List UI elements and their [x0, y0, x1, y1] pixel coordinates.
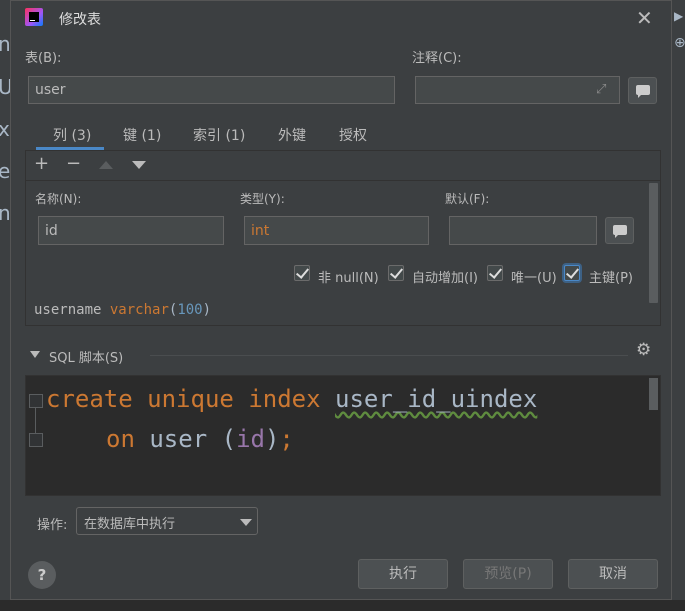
execute-button[interactable]: 执行 — [358, 559, 448, 589]
column-name-input[interactable] — [38, 216, 224, 245]
background-text: x — [0, 117, 10, 141]
column-type-input[interactable] — [244, 216, 429, 245]
default-edit-button[interactable] — [605, 217, 634, 244]
sql-keyword: create — [46, 385, 133, 413]
operation-select[interactable]: 在数据库中执行 — [76, 507, 258, 535]
sql-paren: ( — [221, 425, 237, 453]
sql-semicolon: ; — [279, 425, 294, 453]
column-default-input[interactable] — [449, 216, 597, 245]
operation-label: 操作: — [37, 518, 68, 533]
background-arrow-icon: ▶ — [674, 9, 684, 23]
sql-keyword: unique — [147, 385, 234, 413]
sql-keyword: index — [248, 385, 321, 413]
primary-key-label: 主键(P) — [589, 271, 633, 286]
gear-icon[interactable]: ⚙ — [636, 340, 651, 360]
background-window-right: ▶ ⊕ — [672, 0, 685, 611]
column-name-label: 名称(N): — [35, 192, 82, 206]
unique-label: 唯一(U) — [511, 271, 557, 286]
auto-increment-label: 自动增加(I) — [412, 271, 478, 286]
column-type-label: 类型(Y): — [240, 192, 285, 206]
column-default-label: 默认(F): — [445, 192, 490, 206]
background-text: e — [0, 159, 11, 183]
sql-line-1: create unique index user_id_uindex — [46, 385, 537, 413]
comment-label: 注释(C): — [412, 51, 462, 66]
columns-scrollbar[interactable] — [649, 183, 658, 303]
comment-edit-button[interactable] — [628, 77, 657, 104]
column-row-size: 100 — [177, 302, 203, 318]
close-icon[interactable]: ✕ — [636, 6, 653, 30]
operation-value: 在数据库中执行 — [84, 517, 176, 532]
move-down-icon[interactable] — [132, 161, 146, 169]
add-column-icon[interactable]: + — [34, 153, 49, 174]
table-name-label: 表(B): — [25, 51, 62, 66]
comment-icon — [613, 225, 627, 238]
sql-section-label[interactable]: SQL 脚本(S) — [49, 347, 123, 366]
sql-section-divider — [150, 355, 628, 356]
tab-indexes[interactable]: 索引 (1) — [193, 125, 245, 145]
collapse-icon[interactable] — [30, 351, 40, 358]
column-row-type: varchar — [109, 302, 169, 318]
tab-columns[interactable]: 列 (3) — [53, 125, 91, 145]
sql-table-name: user — [149, 425, 208, 453]
expand-icon[interactable]: ⤢ — [596, 82, 606, 97]
dialog-title: 修改表 — [59, 12, 101, 28]
table-name-input[interactable] — [28, 76, 395, 104]
sql-paren: ) — [264, 425, 280, 453]
sql-index-name: user_id_uindex — [335, 385, 538, 413]
editor-scrollbar[interactable] — [649, 378, 658, 410]
fold-marker-icon[interactable] — [29, 394, 43, 408]
preview-button[interactable]: 预览(P) — [463, 559, 553, 589]
tab-keys[interactable]: 键 (1) — [123, 125, 161, 145]
primary-key-checkbox[interactable] — [564, 265, 580, 281]
toolbar-divider — [26, 180, 660, 181]
unique-checkbox[interactable] — [487, 265, 503, 281]
sql-field: id — [236, 425, 265, 453]
tab-foreign-keys[interactable]: 外键 — [278, 125, 306, 145]
auto-increment-checkbox[interactable] — [388, 265, 404, 281]
sql-keyword: on — [106, 425, 135, 453]
help-button[interactable]: ? — [28, 561, 56, 589]
background-strip — [0, 600, 685, 611]
app-icon — [25, 8, 43, 26]
column-row-paren: ) — [202, 302, 212, 318]
not-null-label: 非 null(N) — [318, 271, 379, 286]
not-null-checkbox[interactable] — [294, 265, 310, 281]
remove-column-icon[interactable]: − — [66, 153, 81, 174]
chevron-down-icon — [240, 519, 252, 526]
column-row-username[interactable]: username varchar(100) — [34, 302, 211, 318]
comment-input[interactable] — [415, 76, 620, 104]
sql-editor[interactable]: create unique index user_id_uindex on us… — [25, 375, 661, 496]
cancel-button[interactable]: 取消 — [568, 559, 658, 589]
sql-line-2: on user (id); — [106, 425, 294, 453]
background-settings-icon: ⊕ — [674, 35, 685, 51]
fold-guide — [35, 408, 36, 433]
fold-marker-icon[interactable] — [29, 433, 43, 447]
move-up-icon — [99, 161, 113, 169]
comment-icon — [636, 85, 650, 98]
column-row-name: username — [34, 302, 102, 318]
tab-grants[interactable]: 授权 — [339, 125, 367, 145]
